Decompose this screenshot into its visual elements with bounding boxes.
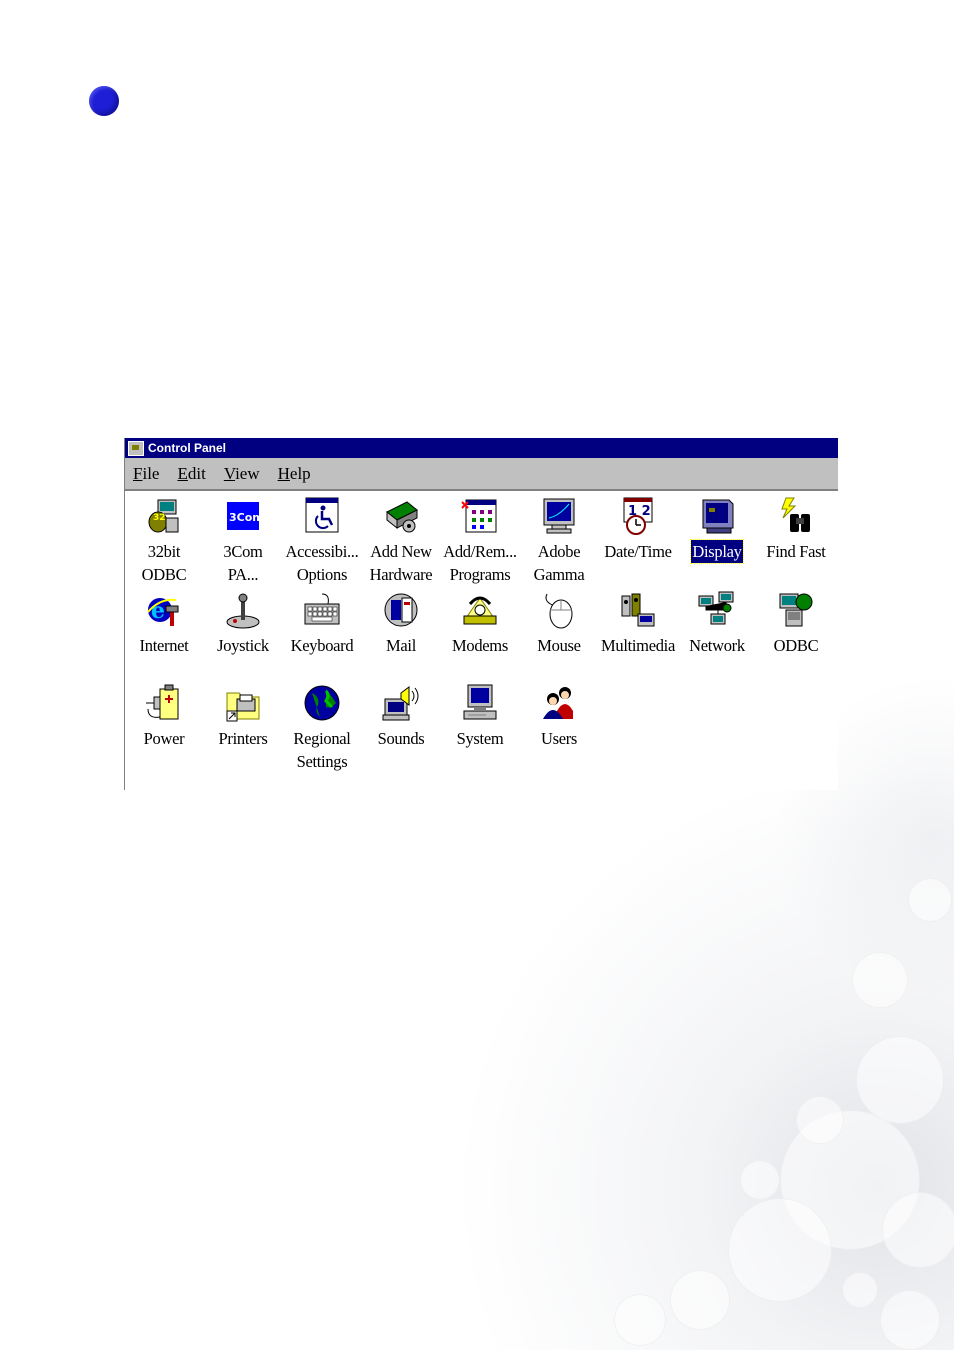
network-icon [697, 590, 737, 630]
printers-icon [223, 683, 263, 723]
icon-item-regional-settings[interactable]: Regional Settings [282, 683, 362, 773]
icon-item-network[interactable]: Network [677, 590, 757, 657]
icon-item-mail[interactable]: Mail [361, 590, 441, 657]
regional-settings-icon [302, 683, 342, 723]
icon-grid: 32 32bit ODBC 3Com 3Com PA... Accessibi... O… [125, 491, 838, 790]
icon-item-adobe-gamma[interactable]: Adobe Gamma [519, 496, 599, 586]
modems-icon [460, 590, 500, 630]
bullet-dot [89, 86, 119, 116]
icon-item-printers[interactable]: Printers [203, 683, 283, 750]
icon-item-multimedia[interactable]: Multimedia [598, 590, 678, 657]
icon-item-odbc[interactable]: ODBC [756, 590, 836, 657]
3com-icon: 3Com [223, 496, 263, 536]
mouse-icon [539, 590, 579, 630]
bubble [856, 1036, 944, 1124]
users-icon [539, 683, 579, 723]
icon-label: 32bit ODBC [141, 542, 187, 584]
icon-item-add-hardware[interactable]: Add New Hardware [361, 496, 441, 586]
icon-item-joystick[interactable]: Joystick [203, 590, 283, 657]
icon-label: Printers [218, 729, 268, 748]
menu-file[interactable]: File [133, 464, 159, 484]
icon-label: Sounds [377, 729, 425, 748]
accessibility-icon [302, 496, 342, 536]
power-icon [144, 683, 184, 723]
find-fast-icon [776, 496, 816, 536]
add-remove-programs-icon [460, 496, 500, 536]
icon-label: Modems [452, 636, 508, 655]
menu-help[interactable]: Help [278, 464, 311, 484]
bubble [880, 1290, 940, 1350]
bubble [908, 878, 952, 922]
menu-edit[interactable]: Edit [177, 464, 205, 484]
multimedia-icon [618, 590, 658, 630]
icon-item-power[interactable]: Power [124, 683, 204, 750]
internet-icon: e [144, 590, 184, 630]
menu-bar: File Edit View Help [125, 458, 838, 491]
adobe-gamma-icon [539, 496, 579, 536]
bubble [728, 1198, 832, 1302]
icon-label: Add/Rem... Programs [443, 542, 517, 584]
bubble [740, 1160, 780, 1200]
svg-text:3Com: 3Com [229, 511, 263, 524]
icon-item-system[interactable]: System [440, 683, 520, 750]
icon-label: Keyboard [290, 636, 354, 655]
control-panel-window: Control Panel File Edit View Help 32 32bi… [124, 438, 838, 790]
icon-item-sounds[interactable]: Sounds [361, 683, 441, 750]
window-title: Control Panel [148, 441, 227, 455]
icon-label: Accessibi... Options [285, 542, 359, 584]
icon-item-date-time[interactable]: 1 2 Date/Time [598, 496, 678, 563]
icon-item-display[interactable]: Display [677, 496, 757, 564]
bubble [842, 1272, 878, 1308]
icon-item-keyboard[interactable]: Keyboard [282, 590, 362, 657]
add-hardware-icon [381, 496, 421, 536]
icon-label: Adobe Gamma [533, 542, 585, 584]
icon-label: Regional Settings [293, 729, 351, 771]
icon-item-users[interactable]: Users [519, 683, 599, 750]
svg-text:32: 32 [153, 513, 166, 523]
icon-item-3com[interactable]: 3Com 3Com PA... [203, 496, 283, 586]
keyboard-icon [302, 590, 342, 630]
icon-label: ODBC [773, 636, 819, 655]
icon-label: Users [540, 729, 578, 748]
icon-label: Add New Hardware [369, 542, 433, 584]
odbc-32bit-icon: 32 [144, 496, 184, 536]
system-icon [460, 683, 500, 723]
icon-item-mouse[interactable]: Mouse [519, 590, 599, 657]
bubble [614, 1294, 666, 1346]
icon-item-find-fast[interactable]: Find Fast [756, 496, 836, 563]
bubble [670, 1270, 730, 1330]
icon-label: Joystick [217, 636, 269, 655]
icon-label: Mouse [537, 636, 581, 655]
icon-label: Power [143, 729, 185, 748]
icon-label: Mail [386, 636, 416, 655]
icon-item-modems[interactable]: Modems [440, 590, 520, 657]
control-panel-icon [128, 440, 144, 456]
icon-label: Network [689, 636, 745, 655]
bubble [796, 1096, 844, 1144]
icon-item-odbc-32bit[interactable]: 32 32bit ODBC [124, 496, 204, 586]
title-bar[interactable]: Control Panel [125, 438, 838, 458]
bubble [882, 1192, 954, 1268]
bubble [852, 952, 908, 1008]
mail-icon [381, 590, 421, 630]
icon-label: Internet [139, 636, 189, 655]
icon-label: 3Com PA... [223, 542, 263, 584]
icon-item-add-remove-programs[interactable]: Add/Rem... Programs [440, 496, 520, 586]
icon-item-internet[interactable]: e Internet [124, 590, 204, 657]
date-time-icon: 1 2 [618, 496, 658, 536]
display-icon [697, 496, 737, 536]
icon-item-accessibility[interactable]: Accessibi... Options [282, 496, 362, 586]
icon-label: Find Fast [766, 542, 826, 561]
icon-label: Multimedia [601, 636, 675, 655]
icon-label: Display [690, 539, 744, 564]
icon-label: Date/Time [604, 542, 672, 561]
odbc-icon [776, 590, 816, 630]
menu-view[interactable]: View [224, 464, 260, 484]
joystick-icon [223, 590, 263, 630]
icon-label: System [456, 729, 504, 748]
sounds-icon [381, 683, 421, 723]
